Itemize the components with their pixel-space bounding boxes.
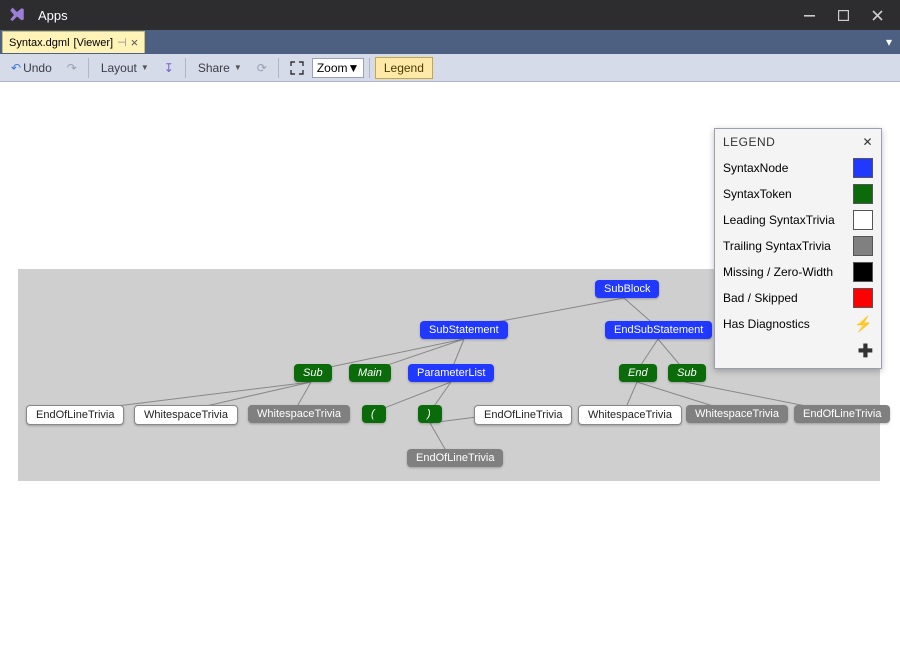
legend-item-label: Leading SyntaxTrivia — [723, 213, 835, 227]
legend-color-swatch — [853, 262, 873, 282]
layout-label: Layout — [101, 61, 137, 75]
legend-row[interactable]: Trailing SyntaxTrivia — [723, 233, 873, 259]
minimize-button[interactable] — [792, 0, 826, 30]
legend-close-icon[interactable]: ✕ — [862, 135, 873, 149]
legend-item-label: Has Diagnostics — [723, 317, 810, 331]
graph-node[interactable]: ParameterList — [408, 364, 494, 382]
legend-item-label: Missing / Zero-Width — [723, 265, 833, 279]
close-tab-icon[interactable]: × — [131, 36, 139, 49]
undo-button[interactable]: ↶ Undo — [4, 57, 59, 79]
undo-label: Undo — [23, 61, 52, 75]
legend-row[interactable]: SyntaxNode — [723, 155, 873, 181]
redo-button[interactable]: ↷ — [61, 57, 83, 79]
maximize-button[interactable] — [826, 0, 860, 30]
graph-node[interactable]: ( — [362, 405, 386, 423]
legend-color-swatch — [853, 236, 873, 256]
window-title: Apps — [38, 8, 68, 23]
diagram-canvas[interactable]: SubBlock SubStatement EndSubStatement Sub Ma… — [0, 82, 900, 666]
graph-node[interactable]: WhitespaceTrivia — [578, 405, 682, 425]
graph-node[interactable]: Sub — [294, 364, 332, 382]
tab-overflow-dropdown[interactable]: ▾ — [878, 35, 900, 49]
document-tab-strip: Syntax.dgml [Viewer] ⊣ × ▾ — [0, 30, 900, 54]
share-label: Share — [198, 61, 230, 75]
document-mode: [Viewer] — [74, 37, 114, 49]
layout-direction-button[interactable]: ↧ — [158, 57, 180, 79]
legend-row[interactable]: Bad / Skipped — [723, 285, 873, 311]
legend-row[interactable]: Missing / Zero-Width — [723, 259, 873, 285]
zoom-combobox[interactable]: Zoom ▼ — [312, 58, 364, 78]
graph-node[interactable]: Main — [349, 364, 391, 382]
graph-node[interactable]: EndOfLineTrivia — [26, 405, 124, 425]
legend-add-button[interactable]: ✚ — [723, 341, 873, 362]
graph-node[interactable]: EndOfLineTrivia — [794, 405, 890, 423]
legend-panel: LEGEND ✕ SyntaxNode SyntaxToken Leading Sy… — [714, 128, 882, 369]
legend-item-label: Trailing SyntaxTrivia — [723, 239, 831, 253]
legend-color-swatch — [853, 210, 873, 230]
share-dropdown[interactable]: Share ▼ — [191, 57, 249, 79]
graph-node[interactable]: End — [619, 364, 657, 382]
legend-row[interactable]: SyntaxToken — [723, 181, 873, 207]
legend-item-label: SyntaxToken — [723, 187, 792, 201]
document-tab[interactable]: Syntax.dgml [Viewer] ⊣ × — [2, 31, 145, 53]
graph-node[interactable]: EndOfLineTrivia — [474, 405, 572, 425]
graph-node[interactable]: WhitespaceTrivia — [686, 405, 788, 423]
toolbar: ↶ Undo ↷ Layout ▼ ↧ Share ▼ ⟳ Zoom ▼ Leg… — [0, 54, 900, 82]
legend-color-swatch — [853, 158, 873, 178]
legend-label: Legend — [384, 61, 424, 75]
title-bar: Apps — [0, 0, 900, 30]
legend-title: LEGEND — [723, 135, 775, 149]
graph-node[interactable]: Sub — [668, 364, 706, 382]
graph-node[interactable]: ) — [418, 405, 442, 423]
legend-row[interactable]: Leading SyntaxTrivia — [723, 207, 873, 233]
diagnostics-icon: ⚡ — [854, 315, 873, 333]
fit-to-screen-button[interactable] — [284, 57, 310, 79]
graph-node[interactable]: WhitespaceTrivia — [134, 405, 238, 425]
chevron-down-icon: ▼ — [348, 61, 360, 75]
legend-color-swatch — [853, 184, 873, 204]
close-button[interactable] — [860, 0, 894, 30]
legend-color-swatch — [853, 288, 873, 308]
legend-row[interactable]: Has Diagnostics ⚡ — [723, 311, 873, 337]
zoom-label: Zoom — [317, 61, 348, 75]
legend-toggle-button[interactable]: Legend — [375, 57, 433, 79]
chevron-down-icon: ▼ — [141, 63, 149, 72]
refresh-button[interactable]: ⟳ — [251, 57, 273, 79]
graph-node[interactable]: EndSubStatement — [605, 321, 712, 339]
app-logo-icon — [6, 4, 28, 26]
undo-icon: ↶ — [11, 61, 21, 75]
document-filename: Syntax.dgml — [9, 37, 70, 49]
legend-item-label: SyntaxNode — [723, 161, 788, 175]
legend-item-label: Bad / Skipped — [723, 291, 798, 305]
chevron-down-icon: ▼ — [234, 63, 242, 72]
pin-tab-icon[interactable]: ⊣ — [117, 36, 127, 49]
graph-node[interactable]: EndOfLineTrivia — [407, 449, 503, 467]
graph-node[interactable]: WhitespaceTrivia — [248, 405, 350, 423]
graph-node[interactable]: SubBlock — [595, 280, 659, 298]
graph-node[interactable]: SubStatement — [420, 321, 508, 339]
layout-dropdown[interactable]: Layout ▼ — [94, 57, 156, 79]
